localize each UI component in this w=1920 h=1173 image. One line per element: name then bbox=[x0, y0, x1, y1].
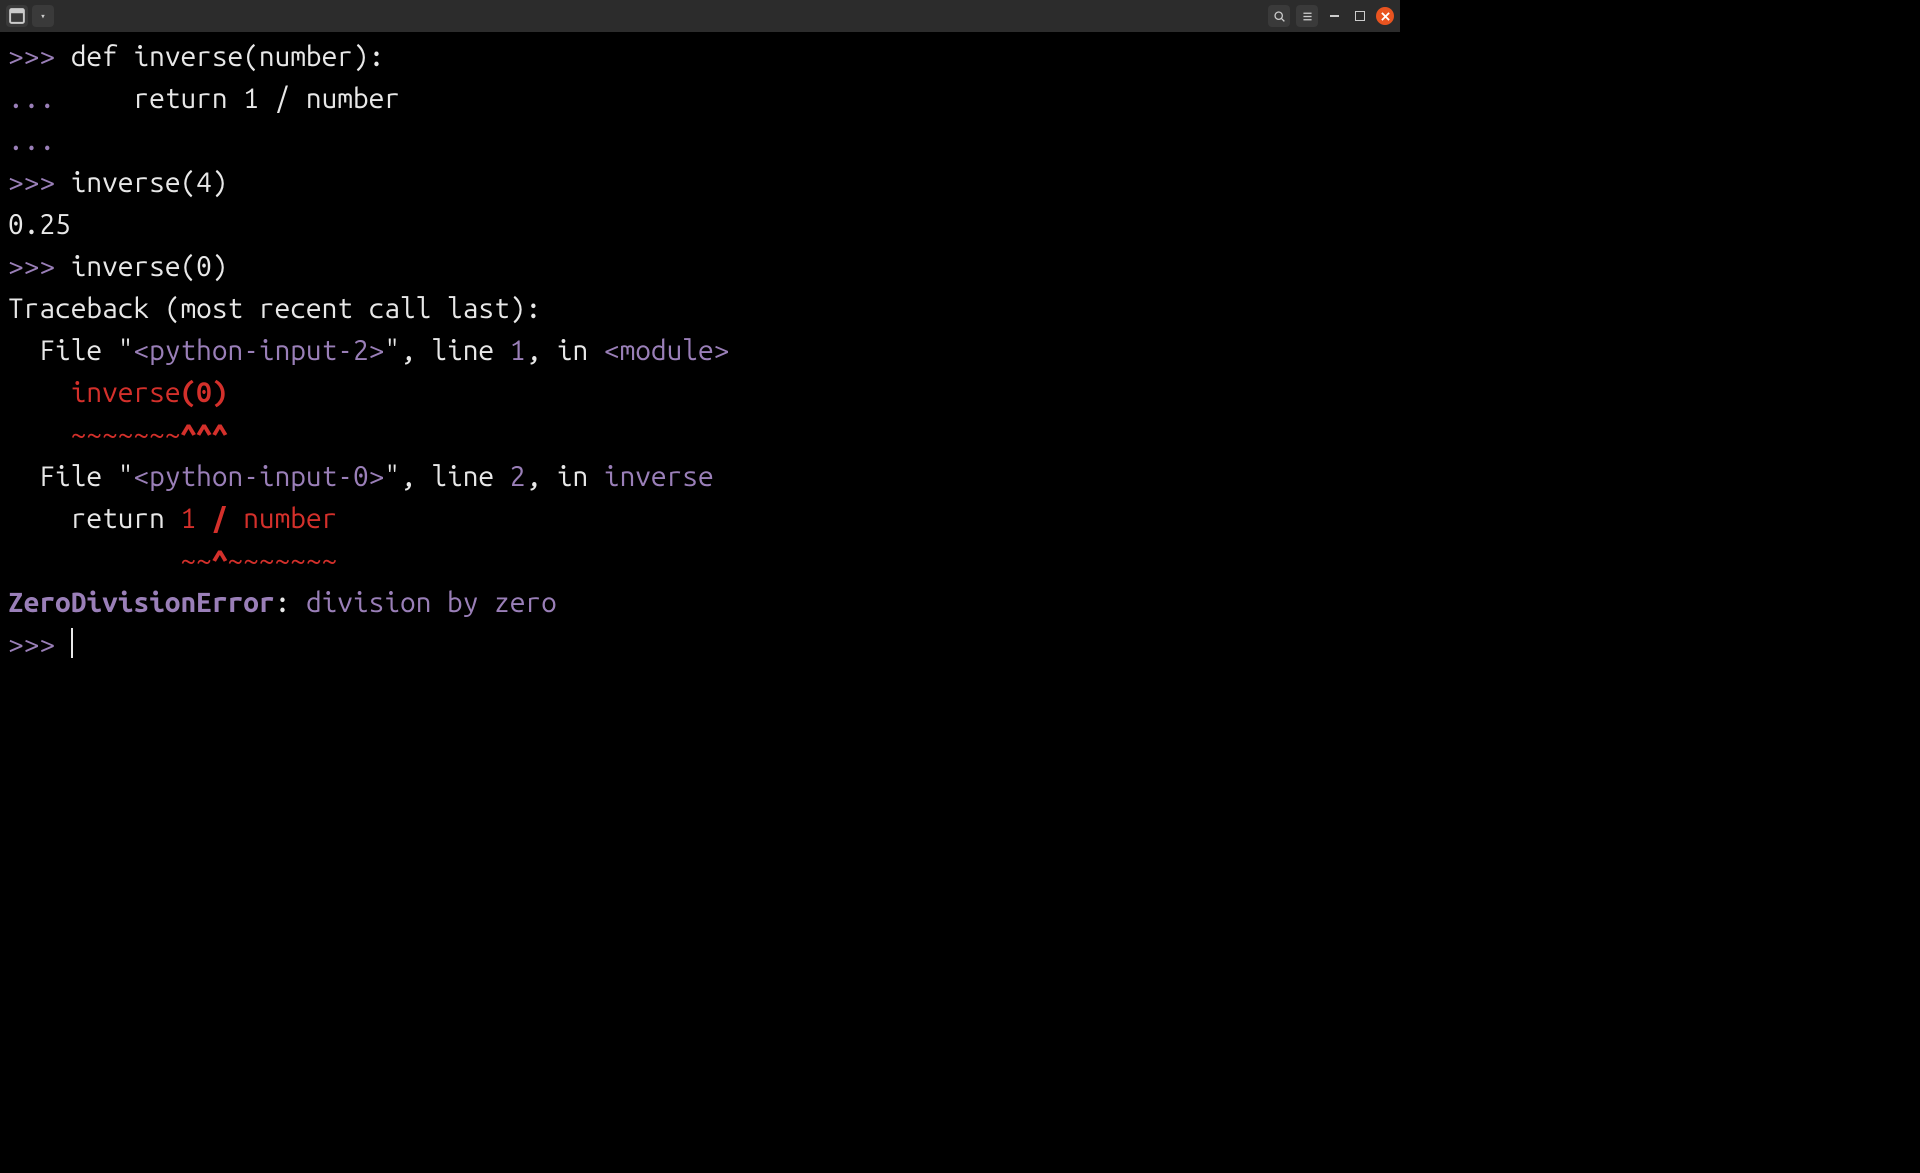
hamburger-icon bbox=[1301, 10, 1314, 23]
traceback-source: return bbox=[71, 503, 181, 534]
search-button[interactable] bbox=[1268, 5, 1290, 27]
traceback-file-prefix: File bbox=[8, 335, 118, 366]
traceback-filename: <python-input-0> bbox=[133, 461, 384, 492]
close-button[interactable] bbox=[1376, 7, 1394, 25]
repl-prompt: >>> bbox=[8, 41, 71, 72]
traceback-scope: inverse bbox=[604, 461, 714, 492]
new-tab-icon bbox=[6, 5, 28, 27]
repl-prompt: >>> bbox=[8, 167, 71, 198]
traceback-header: Traceback (most recent call last): bbox=[8, 293, 541, 324]
traceback-call: inverse bbox=[71, 377, 181, 408]
titlebar-left-group: ▾ bbox=[6, 5, 54, 27]
code-line: def inverse(number): bbox=[71, 41, 385, 72]
repl-continuation: ... bbox=[8, 83, 71, 114]
search-icon bbox=[1273, 10, 1286, 23]
traceback-caret: ^^^ bbox=[181, 419, 228, 450]
repl-continuation: ... bbox=[8, 125, 71, 156]
error-message: division by zero bbox=[306, 587, 557, 618]
traceback-scope: <module> bbox=[604, 335, 729, 366]
traceback-file-prefix: File bbox=[8, 461, 118, 492]
terminal-output[interactable]: >>> def inverse(number): ... return 1 / … bbox=[0, 32, 1400, 670]
traceback-call-args: (0) bbox=[181, 377, 228, 408]
new-tab-button[interactable] bbox=[6, 5, 28, 27]
traceback-lineno: 1 bbox=[510, 335, 526, 366]
traceback-underline: ~~~~~~~ bbox=[228, 545, 338, 576]
code-line: return 1 / number bbox=[71, 83, 400, 114]
minimize-button[interactable] bbox=[1324, 6, 1344, 26]
error-type: ZeroDivisionError bbox=[8, 587, 275, 618]
window-titlebar: ▾ bbox=[0, 0, 1400, 32]
tab-dropdown-button[interactable]: ▾ bbox=[32, 5, 54, 27]
code-line: inverse(0) bbox=[71, 251, 228, 282]
traceback-caret: ^ bbox=[212, 545, 228, 576]
traceback-lineno: 2 bbox=[510, 461, 526, 492]
repl-prompt: >>> bbox=[8, 251, 71, 282]
text-cursor bbox=[71, 628, 73, 658]
traceback-filename: <python-input-2> bbox=[133, 335, 384, 366]
repl-prompt: >>> bbox=[8, 629, 71, 660]
close-icon bbox=[1381, 12, 1390, 21]
traceback-underline: ~~ bbox=[180, 545, 211, 576]
chevron-down-icon: ▾ bbox=[40, 11, 45, 22]
titlebar-right-group bbox=[1268, 5, 1394, 27]
traceback-underline: ~~~~~~~ bbox=[71, 419, 181, 450]
maximize-button[interactable] bbox=[1350, 6, 1370, 26]
code-line: inverse(4) bbox=[71, 167, 228, 198]
menu-button[interactable] bbox=[1296, 5, 1318, 27]
output-line: 0.25 bbox=[8, 209, 71, 240]
